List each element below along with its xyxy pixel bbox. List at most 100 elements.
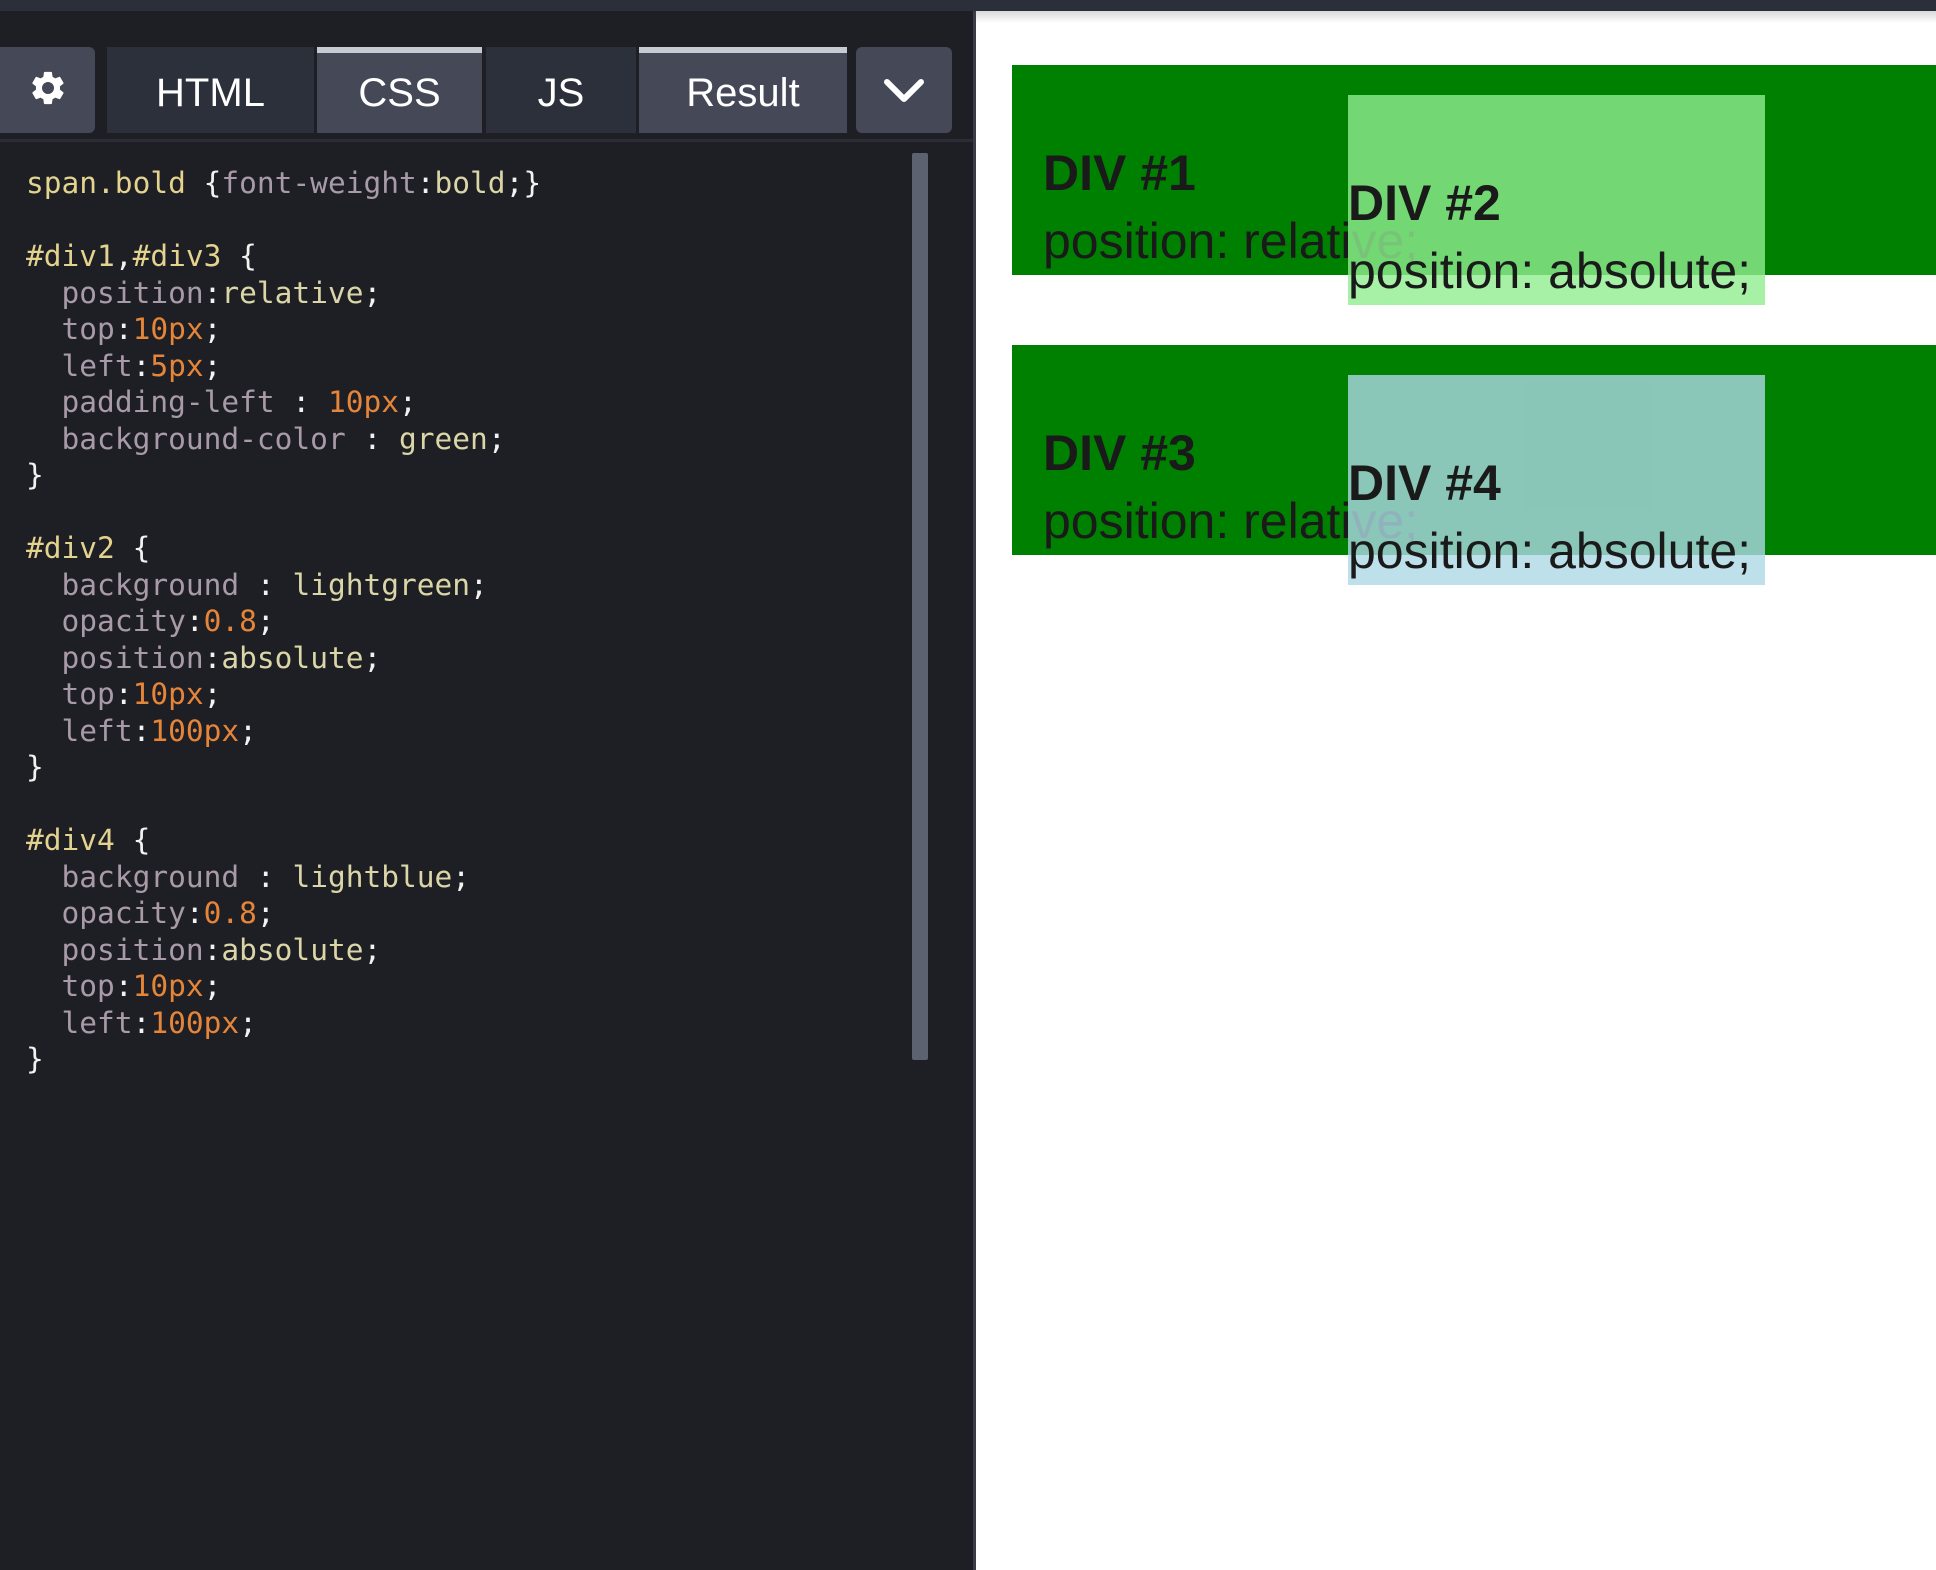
- code-token: :: [203, 275, 222, 310]
- code-token: :: [274, 385, 328, 419]
- code-token: 100px: [150, 1005, 240, 1040]
- code-token: :: [203, 640, 222, 675]
- code-token: ;: [203, 677, 222, 711]
- code-token: position: [61, 640, 204, 675]
- code-line: background-color : green;: [26, 417, 906, 456]
- tab-js[interactable]: JS: [486, 47, 636, 133]
- gear-icon: [28, 68, 68, 118]
- code-line: background : lightgreen;: [26, 563, 906, 602]
- code-token: :: [345, 421, 399, 456]
- window-top-border: [0, 0, 1936, 11]
- code-token: top: [61, 969, 115, 1003]
- code-token: ;: [487, 421, 506, 456]
- tab-label: Result: [686, 70, 800, 115]
- code-token: top: [61, 312, 115, 346]
- code-token: ;: [363, 932, 382, 967]
- div3-title: DIV #3: [1043, 425, 1196, 481]
- code-token: padding-left: [61, 385, 275, 419]
- code-line: left:100px;: [26, 709, 906, 748]
- code-token: 0.8: [203, 896, 257, 930]
- code-line: top:10px;: [26, 672, 906, 711]
- code-token: ;: [203, 969, 222, 1003]
- code-line: }: [26, 453, 906, 492]
- code-token: ;: [256, 896, 275, 930]
- code-token: lightblue: [292, 859, 453, 894]
- code-token: opacity: [61, 604, 186, 638]
- tab-css[interactable]: CSS: [317, 47, 482, 133]
- div1-box: DIV #1 position: relative; DIV #2 positi…: [1012, 65, 1936, 305]
- code-token: position: [61, 932, 204, 967]
- code-token: lightgreen: [292, 567, 471, 602]
- code-token: absolute: [221, 932, 364, 967]
- code-token: :: [114, 969, 133, 1003]
- code-token: {: [114, 531, 151, 565]
- tab-html[interactable]: HTML: [107, 47, 314, 133]
- code-token: 5px: [150, 348, 204, 383]
- code-token: #div4: [26, 823, 115, 857]
- code-token: left: [61, 713, 133, 748]
- code-token: font-weight: [221, 166, 417, 200]
- code-line: padding-left : 10px;: [26, 380, 906, 419]
- code-line: position:relative;: [26, 271, 906, 310]
- view-menu-button[interactable]: [856, 47, 952, 133]
- code-token: background: [61, 859, 240, 894]
- div4-title: DIV #4: [1348, 455, 1501, 511]
- editor-scrollbar[interactable]: [912, 153, 928, 1060]
- code-token: ;: [452, 859, 471, 894]
- code-token: ;: [203, 312, 222, 346]
- code-token: :: [239, 567, 293, 602]
- code-token: ;: [239, 1005, 257, 1040]
- code-line: left:100px;: [26, 1001, 906, 1040]
- code-token: :: [114, 677, 133, 711]
- tab-label: HTML: [156, 70, 265, 115]
- editor-toolbar: HTML CSS JS Result: [0, 11, 973, 142]
- div2-text: position: absolute;: [1348, 243, 1752, 299]
- code-token: ;: [363, 275, 382, 310]
- code-token: top: [61, 677, 115, 711]
- code-token: green: [399, 421, 488, 456]
- tab-result[interactable]: Result: [639, 47, 847, 133]
- code-line: #div2 {: [26, 526, 906, 565]
- code-line: }: [26, 745, 906, 784]
- code-token: :: [132, 348, 151, 383]
- code-token: ;}: [505, 166, 542, 200]
- css-editor-pane: HTML CSS JS Result span.bold {font-weigh…: [0, 11, 973, 1570]
- css-code-editor[interactable]: span.bold {font-weight:bold;} #div1,#div3…: [26, 161, 906, 1076]
- code-token: :: [203, 932, 222, 967]
- code-token: ;: [470, 567, 488, 602]
- code-line: opacity:0.8;: [26, 599, 906, 638]
- code-token: {: [221, 239, 257, 273]
- tab-label: JS: [537, 70, 585, 115]
- code-token: background-color: [61, 421, 346, 456]
- code-token: {: [203, 166, 222, 200]
- code-line: top:10px;: [26, 964, 906, 1003]
- code-token: {: [114, 823, 151, 857]
- code-token: :: [239, 859, 293, 894]
- result-top-shadow: [976, 11, 1936, 23]
- code-token: :: [185, 896, 204, 930]
- code-token: bold: [434, 166, 506, 200]
- code-token: :: [132, 1005, 151, 1040]
- code-token: ,: [114, 239, 133, 273]
- code-line: top:10px;: [26, 307, 906, 346]
- code-token: left: [61, 348, 133, 383]
- code-line: span.bold {font-weight:bold;}: [26, 161, 906, 200]
- settings-button[interactable]: [0, 47, 95, 133]
- code-line: background : lightblue;: [26, 855, 906, 894]
- code-line: position:absolute;: [26, 928, 906, 967]
- code-token: span.bold: [26, 166, 204, 200]
- code-token: }: [26, 750, 44, 784]
- div3-box: DIV #3 position: relative; DIV #4 positi…: [1012, 345, 1936, 585]
